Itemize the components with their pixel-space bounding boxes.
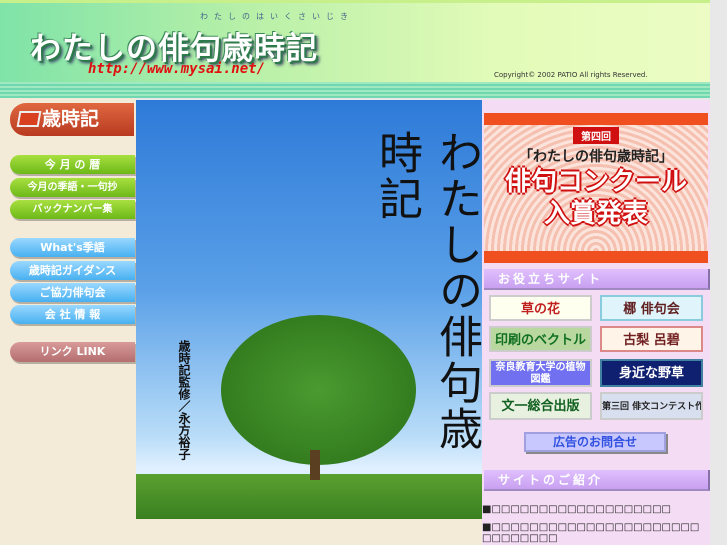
intro-text-line: ■□□□□□□□□□□□□□□□□□□□ xyxy=(482,504,671,515)
banner-wild-plants[interactable]: 身近な野草 xyxy=(600,359,703,387)
site-url: http://www.mysai.net/ xyxy=(88,61,266,77)
intro-text-line: ■□□□□□□□□□□□□□□□□□□□□□□□□□□□□□□ xyxy=(482,522,700,544)
contest-edition: 第四回 xyxy=(573,127,619,144)
nav-cooperating-groups[interactable]: ご協力俳句会 xyxy=(10,283,135,302)
contest-results-banner[interactable]: 第四回 「わたしの俳句歳時記」 俳句コンクール 入賞発表 xyxy=(484,113,708,263)
page-margin xyxy=(710,0,727,545)
nav-links[interactable]: リンク LINK xyxy=(10,342,135,362)
nav-this-month-calendar[interactable]: 今 月 の 暦 xyxy=(10,155,135,174)
cover-subtitle: 歳時記監修／永方裕子 xyxy=(177,340,191,460)
banner-nagi-haikukai[interactable]: 梛 俳句会 xyxy=(600,295,703,321)
title-ruby: わたしのはいくさいじき xyxy=(200,12,354,21)
tree-trunk xyxy=(310,450,320,480)
below-cover-area xyxy=(136,519,482,545)
cover-title: わたしの俳句歳時記 xyxy=(371,130,482,452)
nav-company-info[interactable]: 会 社 情 報 xyxy=(10,305,135,324)
nav-back-numbers[interactable]: バックナンバー集 xyxy=(10,200,135,219)
banner-kusanohana[interactable]: 草の花 xyxy=(489,295,592,321)
banner-haibun-contest[interactable]: 第三回 俳文コンテスト作品募集 xyxy=(600,392,703,420)
header-stripes xyxy=(0,82,710,98)
book-icon xyxy=(16,111,42,127)
banner-korihekie[interactable]: 古梨 呂碧 xyxy=(600,326,703,352)
useful-sites-header: お役立ちサイト xyxy=(484,269,710,290)
copyright: Copyright© 2002 PATIO All rights Reserve… xyxy=(494,71,648,79)
contest-name: 「わたしの俳句歳時記」 xyxy=(519,149,673,165)
cover-image: わたしの俳句歳時記 歳時記監修／永方裕子 xyxy=(136,100,482,519)
right-column: 第四回 「わたしの俳句歳時記」 俳句コンクール 入賞発表 お役立ちサイト 草の花… xyxy=(482,100,710,545)
nav-this-month-kigo[interactable]: 今月の季語・一句抄 xyxy=(10,178,135,197)
contest-line2: 入賞発表 xyxy=(543,199,648,229)
site-header: わたしのはいくさいじき わたしの俳句歳時記 http://www.mysai.n… xyxy=(0,0,710,98)
nav-whats-kigo[interactable]: What's季語 xyxy=(10,238,135,257)
ad-inquiry-button[interactable]: 広告のお問合せ xyxy=(524,432,666,452)
site-intro-header: サイトのご紹介 xyxy=(484,470,710,491)
left-nav: 歳時記 今 月 の 暦 今月の季語・一句抄 バックナンバー集 What's季語 … xyxy=(0,98,136,545)
contest-line1: 俳句コンクール xyxy=(504,167,687,197)
banner-bunichi[interactable]: 文一総合出版 xyxy=(489,392,592,420)
section-title-label: 歳時記 xyxy=(42,108,100,130)
nav-saijiki-guidance[interactable]: 歳時記ガイダンス xyxy=(10,261,135,280)
banner-vector[interactable]: 印刷のベクトル xyxy=(489,326,592,352)
banner-nara-plant-guide[interactable]: 奈良教育大学の植物図鑑 xyxy=(489,359,592,387)
grass xyxy=(136,474,482,519)
saijiki-section-title[interactable]: 歳時記 xyxy=(10,103,134,136)
